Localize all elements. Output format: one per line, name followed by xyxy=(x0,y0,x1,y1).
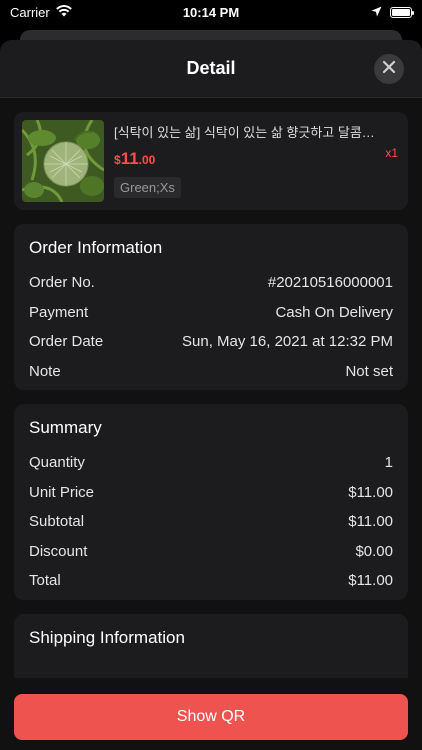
status-right xyxy=(272,5,414,20)
detail-content: [식탁이 있는 삶] 식탁이 있는 삶 향긋하고 달콤한 성… $11.00 G… xyxy=(0,98,422,734)
row-label: Note xyxy=(29,362,61,380)
battery-icon xyxy=(390,6,414,18)
order-information-section: Order Information Order No. #20210516000… xyxy=(14,224,408,390)
row-value: Sun, May 16, 2021 at 12:32 PM xyxy=(182,333,393,351)
product-variant-tag: Green;Xs xyxy=(114,177,181,198)
row-label: Discount xyxy=(29,542,88,560)
status-time: 10:14 PM xyxy=(182,4,240,20)
close-button[interactable] xyxy=(374,54,404,84)
product-name: [식탁이 있는 삶] 식탁이 있는 삶 향긋하고 달콤한 성… xyxy=(114,125,382,140)
note-row: Note Not set xyxy=(29,357,393,387)
summary-section: Summary Quantity 1 Unit Price $11.00 Sub… xyxy=(14,404,408,600)
row-label: Payment xyxy=(29,303,89,321)
subtotal-row: Subtotal $11.00 xyxy=(29,507,393,537)
row-value: $11.00 xyxy=(348,572,393,590)
order-date-row: Order Date Sun, May 16, 2021 at 12:32 PM xyxy=(29,327,393,357)
product-image xyxy=(22,120,104,202)
section-title-summary: Summary xyxy=(29,418,102,437)
wifi-icon xyxy=(55,4,72,20)
row-value: $11.00 xyxy=(348,483,393,501)
section-title-order-information: Order Information xyxy=(29,238,163,257)
detail-sheet: Detail [식탁이 있는 삶] 식탁이 있는 삶 향긋하고 달콤한 성… $… xyxy=(0,40,422,750)
price-decimal: .00 xyxy=(138,153,156,167)
sheet-header: Detail xyxy=(0,40,422,98)
quantity-badge: x1 xyxy=(385,146,398,160)
row-value: Not set xyxy=(345,362,393,380)
row-label: Quantity xyxy=(29,454,85,472)
carrier-label: Carrier xyxy=(10,4,50,20)
product-info: [식탁이 있는 삶] 식탁이 있는 삶 향긋하고 달콤한 성… $11.00 G… xyxy=(114,120,400,202)
product-price: $11.00 xyxy=(114,149,382,169)
section-title-shipping-information: Shipping Information xyxy=(29,627,185,647)
row-label: Order No. xyxy=(29,274,95,292)
price-integer: 11 xyxy=(120,149,139,168)
row-label: Total xyxy=(29,572,61,590)
row-value: 1 xyxy=(384,454,393,472)
row-label: Order Date xyxy=(29,333,104,351)
row-label: Subtotal xyxy=(29,513,85,531)
payment-row: Payment Cash On Delivery xyxy=(29,298,393,328)
row-value: $11.00 xyxy=(348,513,393,531)
page-title: Detail xyxy=(186,58,236,78)
show-qr-button[interactable]: Show QR xyxy=(14,694,408,740)
row-value: #20210516000001 xyxy=(267,274,393,292)
close-icon xyxy=(382,60,396,79)
row-label: Unit Price xyxy=(29,483,95,501)
status-left: Carrier xyxy=(10,5,150,20)
discount-row: Discount $0.00 xyxy=(29,537,393,567)
product-card[interactable]: [식탁이 있는 삶] 식탁이 있는 삶 향긋하고 달콤한 성… $11.00 G… xyxy=(14,112,408,210)
location-arrow-icon xyxy=(371,5,382,20)
unit-price-row: Unit Price $11.00 xyxy=(29,478,393,508)
quantity-row: Quantity 1 xyxy=(29,448,393,478)
total-row: Total $11.00 xyxy=(29,566,393,596)
price-currency: $ xyxy=(114,153,121,167)
footer-bar: Show QR xyxy=(0,678,422,750)
row-value: $0.00 xyxy=(355,542,393,560)
row-value: Cash On Delivery xyxy=(275,303,393,321)
status-bar: Carrier 10:14 PM xyxy=(0,0,422,24)
order-number-row: Order No. #20210516000001 xyxy=(29,268,393,298)
